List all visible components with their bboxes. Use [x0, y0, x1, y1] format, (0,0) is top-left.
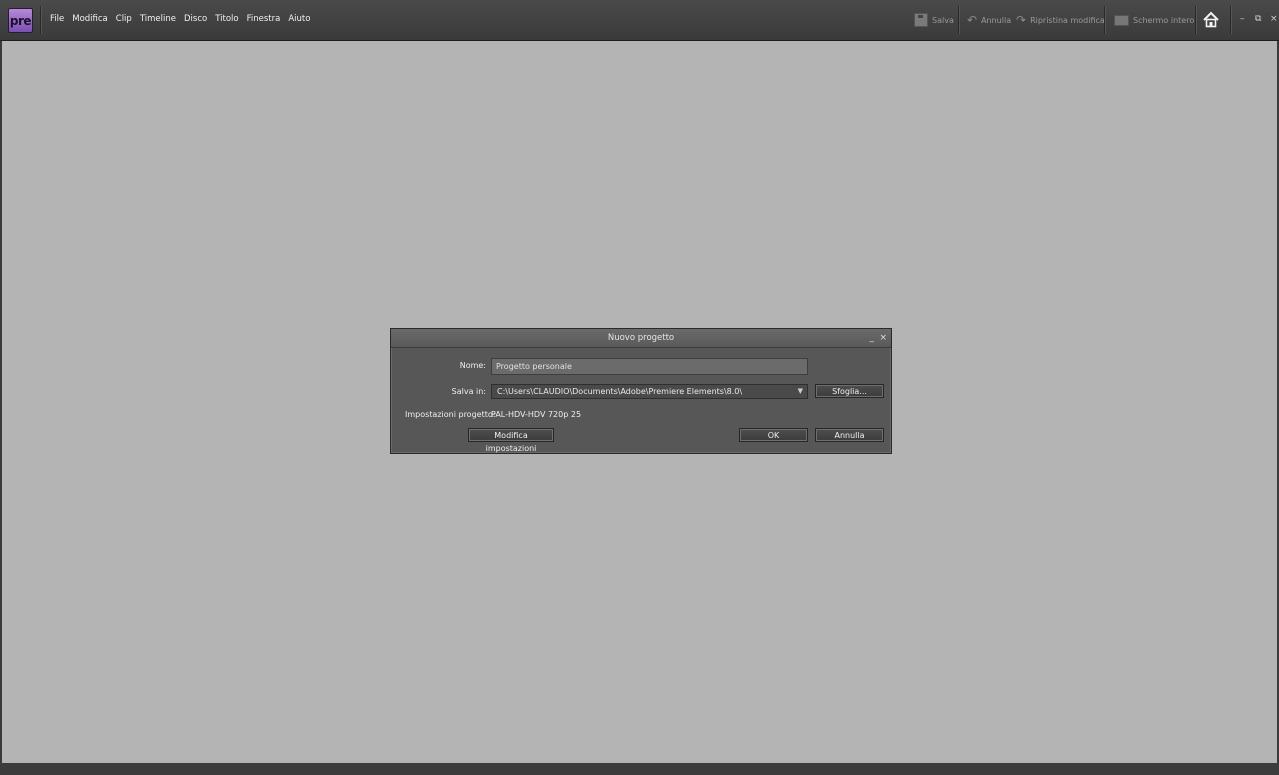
- new-project-dialog: Nuovo progetto _ × Nome: Progetto person…: [390, 328, 892, 454]
- save-button[interactable]: Salva: [914, 12, 954, 28]
- fullscreen-button[interactable]: Schermo intero: [1114, 12, 1194, 28]
- chevron-down-icon: ▼: [797, 387, 803, 395]
- undo-button[interactable]: ↶ Annulla: [967, 12, 1011, 28]
- app-toolbar: pre File Modifica Clip Timeline Disco Ti…: [0, 0, 1279, 41]
- toolbar-separator: [1230, 6, 1232, 34]
- undo-arrow-icon: ↶: [967, 13, 978, 27]
- toolbar-separator: [1195, 6, 1197, 34]
- browse-button[interactable]: Sfoglia...: [815, 384, 884, 398]
- window-restore-button[interactable]: ⧉: [1255, 14, 1261, 24]
- save-label: Salva: [932, 15, 954, 25]
- menu-modifica[interactable]: Modifica: [72, 14, 108, 24]
- save-location-value: C:\Users\CLAUDIO\Documents\Adobe\Premier…: [497, 387, 743, 396]
- logo-text: pre: [9, 13, 32, 28]
- dialog-close-button[interactable]: ×: [879, 329, 887, 347]
- fullscreen-label: Schermo intero: [1133, 15, 1195, 25]
- home-button[interactable]: [1202, 11, 1220, 29]
- window-close-button[interactable]: ×: [1270, 14, 1278, 24]
- menu-clip[interactable]: Clip: [116, 14, 132, 24]
- project-settings-value: PAL-HDV-HDV 720p 25: [491, 410, 582, 419]
- dialog-title: Nuovo progetto: [607, 333, 675, 343]
- save-icon: [914, 13, 928, 27]
- toolbar-separator: [40, 6, 42, 34]
- menu-disco[interactable]: Disco: [184, 14, 207, 24]
- premiere-elements-logo: pre: [8, 8, 33, 33]
- toolbar-separator: [1104, 6, 1106, 34]
- menu-titolo[interactable]: Titolo: [215, 14, 238, 24]
- save-location-dropdown[interactable]: C:\Users\CLAUDIO\Documents\Adobe\Premier…: [491, 384, 808, 399]
- save-in-label: Salva in:: [451, 387, 486, 396]
- status-bar: [0, 763, 1279, 775]
- menu-file[interactable]: File: [50, 14, 64, 24]
- redo-button[interactable]: ↷ Ripristina modifica: [1016, 12, 1105, 28]
- dialog-minimize-button[interactable]: _: [870, 329, 875, 347]
- cancel-button[interactable]: Annulla: [815, 428, 884, 442]
- project-name-input[interactable]: Progetto personale: [491, 358, 808, 375]
- project-settings-label: Impostazioni progetto:: [405, 410, 496, 419]
- toolbar-separator: [958, 6, 960, 34]
- change-settings-button[interactable]: Modifica impostazioni: [468, 428, 554, 453]
- menu-aiuto[interactable]: Aiuto: [288, 14, 310, 24]
- undo-label: Annulla: [981, 15, 1012, 25]
- name-label: Nome:: [459, 361, 486, 370]
- monitor-icon: [1114, 14, 1129, 26]
- menu-finestra[interactable]: Finestra: [247, 14, 281, 24]
- ok-button[interactable]: OK: [739, 428, 808, 442]
- window-minimize-button[interactable]: –: [1240, 14, 1245, 24]
- home-icon: [1203, 11, 1219, 28]
- redo-arrow-icon: ↷: [1016, 13, 1027, 27]
- menu-bar: File Modifica Clip Timeline Disco Titolo…: [50, 14, 310, 24]
- dialog-title-bar[interactable]: Nuovo progetto _ ×: [391, 329, 891, 348]
- menu-timeline[interactable]: Timeline: [140, 14, 176, 24]
- redo-label: Ripristina modifica: [1030, 15, 1105, 25]
